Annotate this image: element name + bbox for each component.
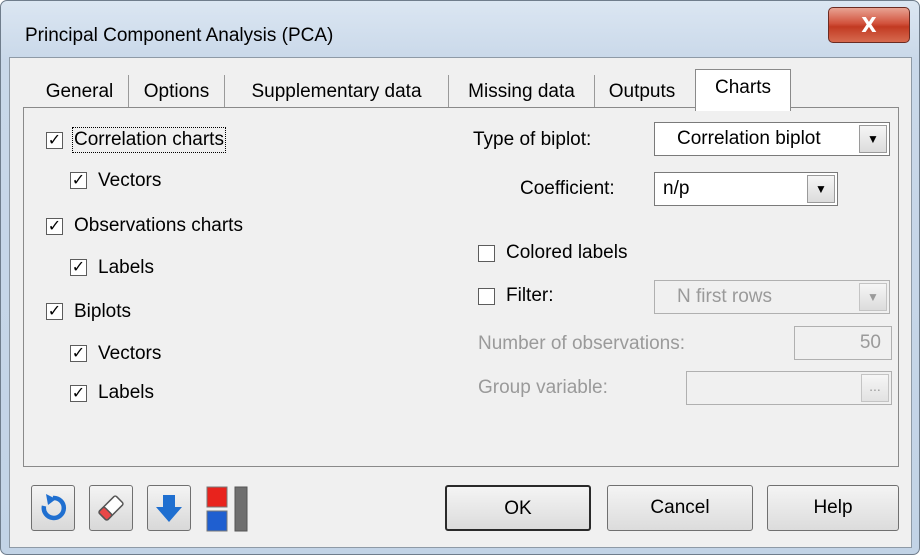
group-variable-input: ...	[686, 371, 892, 405]
close-button[interactable]: X	[828, 7, 910, 43]
dialog-footer: OK Cancel Help	[23, 477, 899, 539]
filter-value: N first rows	[677, 286, 772, 307]
eraser-icon	[98, 495, 124, 521]
biplot-vectors-checkbox[interactable]: ✓	[70, 345, 87, 362]
reset-button[interactable]	[31, 485, 75, 531]
number-of-observations-input: 50	[794, 326, 892, 360]
chevron-down-icon: ▼	[859, 283, 887, 311]
tab-general[interactable]: General	[31, 75, 129, 109]
number-of-observations-label: Number of observations:	[478, 333, 685, 354]
chevron-down-icon[interactable]: ▼	[859, 125, 887, 153]
coefficient-value: n/p	[663, 178, 690, 199]
dialog-window: Principal Component Analysis (PCA) X Gen…	[0, 0, 920, 555]
colored-labels-checkbox[interactable]	[478, 245, 495, 262]
download-icon	[156, 495, 182, 522]
filter-select: N first rows ▼	[654, 280, 890, 314]
tab-charts[interactable]: Charts	[695, 69, 791, 111]
biplot-labels-checkbox[interactable]: ✓	[70, 385, 87, 402]
correlation-vectors-checkbox[interactable]: ✓	[70, 172, 87, 189]
cancel-button[interactable]: Cancel	[607, 485, 753, 531]
filter-checkbox[interactable]	[478, 288, 495, 305]
browse-button: ...	[861, 374, 889, 402]
chevron-down-icon[interactable]: ▼	[807, 175, 835, 203]
biplot-vectors-label[interactable]: Vectors	[98, 343, 161, 365]
biplot-labels-label[interactable]: Labels	[98, 382, 154, 404]
toggle-panel-icon	[206, 486, 248, 532]
observations-charts-checkbox[interactable]: ✓	[46, 218, 63, 235]
correlation-vectors-label[interactable]: Vectors	[98, 170, 161, 192]
colored-labels-label[interactable]: Colored labels	[506, 242, 627, 264]
type-of-biplot-select[interactable]: Correlation biplot ▼	[654, 122, 890, 156]
coefficient-label: Coefficient:	[520, 178, 615, 199]
charts-panel: ✓ Correlation charts ✓ Vectors ✓ Observa…	[23, 107, 899, 467]
help-button[interactable]: Help	[767, 485, 899, 531]
clear-button[interactable]	[89, 485, 133, 531]
reset-icon	[41, 494, 67, 521]
correlation-charts-label[interactable]: Correlation charts	[72, 127, 226, 153]
observation-labels-label[interactable]: Labels	[98, 257, 154, 279]
type-of-biplot-value: Correlation biplot	[677, 128, 821, 149]
type-of-biplot-label: Type of biplot:	[473, 129, 592, 150]
observations-charts-label[interactable]: Observations charts	[74, 215, 243, 237]
tab-missing-data[interactable]: Missing data	[449, 75, 595, 109]
window-title: Principal Component Analysis (PCA)	[25, 25, 334, 46]
toggle-panel-button[interactable]	[205, 485, 259, 533]
observation-labels-checkbox[interactable]: ✓	[70, 259, 87, 276]
group-variable-label: Group variable:	[478, 377, 608, 398]
biplots-checkbox[interactable]: ✓	[46, 303, 63, 320]
correlation-charts-checkbox[interactable]: ✓	[46, 132, 63, 149]
tab-options[interactable]: Options	[129, 75, 225, 109]
ok-button[interactable]: OK	[445, 485, 591, 531]
tab-outputs[interactable]: Outputs	[595, 75, 689, 109]
filter-label[interactable]: Filter:	[506, 285, 554, 307]
tab-supplementary-data[interactable]: Supplementary data	[225, 75, 449, 109]
biplots-label[interactable]: Biplots	[74, 301, 131, 323]
move-down-button[interactable]	[147, 485, 191, 531]
coefficient-select[interactable]: n/p ▼	[654, 172, 838, 206]
